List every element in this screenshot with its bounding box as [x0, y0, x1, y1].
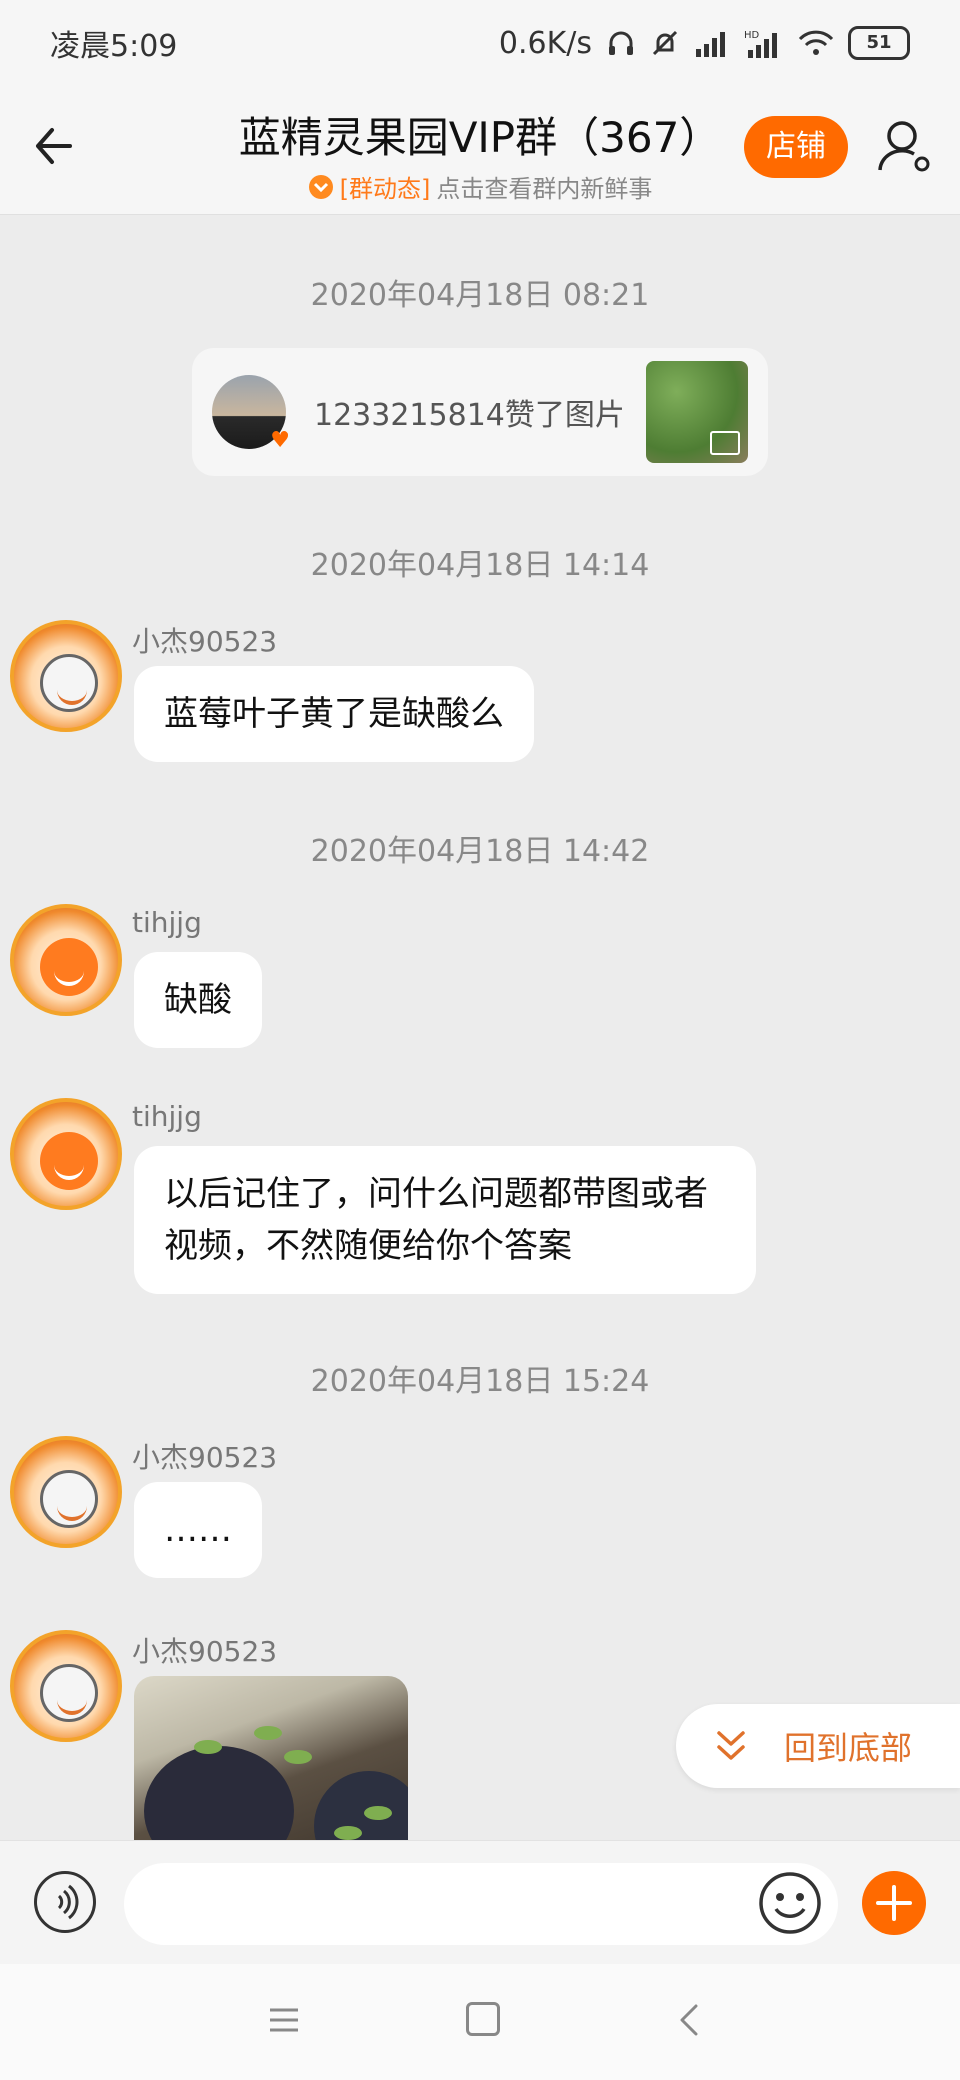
system-nav-bar: [0, 1964, 960, 2080]
avatar: ♥: [212, 375, 290, 453]
message-bubble[interactable]: 缺酸: [134, 952, 262, 1048]
avatar[interactable]: [10, 1630, 122, 1742]
leaf: [364, 1806, 392, 1820]
back-arrow-icon[interactable]: [30, 116, 90, 176]
avatar[interactable]: [10, 1436, 122, 1548]
sender-name: tihjjg: [132, 906, 202, 939]
voice-icon: [57, 1884, 79, 1920]
shop-button[interactable]: 店铺: [744, 116, 848, 178]
image-icon: [710, 431, 740, 455]
sender-name: 小杰90523: [132, 1635, 278, 1668]
nav-back-icon[interactable]: [674, 2002, 706, 2038]
sender-name: tihjjg: [132, 1100, 202, 1133]
mute-bell-icon: [652, 30, 678, 56]
chevron-badge-icon: [308, 174, 333, 199]
input-bar: [0, 1840, 960, 1965]
avatar[interactable]: [10, 620, 122, 732]
group-settings-icon[interactable]: [876, 118, 936, 178]
plus-icon: [876, 1885, 912, 1921]
message-input[interactable]: [124, 1863, 838, 1945]
leaf: [334, 1826, 362, 1840]
menu-icon[interactable]: [268, 2004, 300, 2036]
headset-icon: [609, 31, 633, 55]
timestamp: 2020年04月18日 08:21: [310, 278, 650, 313]
plant-pot: [144, 1746, 294, 1840]
header-title-area[interactable]: 蓝精灵果园VIP群（367） [群动态] 点击查看群内新鲜事: [200, 104, 760, 204]
timestamp: 2020年04月18日 14:42: [310, 834, 650, 869]
group-dynamics-tag: [群动态]: [339, 175, 431, 203]
group-dynamics-text: 点击查看群内新鲜事: [436, 175, 653, 203]
home-square-icon[interactable]: [466, 2002, 500, 2036]
svg-text:HD: HD: [744, 30, 760, 41]
message-bubble[interactable]: 蓝莓叶子黄了是缺酸么: [134, 666, 534, 762]
chat-header: 蓝精灵果园VIP群（367） [群动态] 点击查看群内新鲜事 店铺: [0, 86, 960, 215]
chat-messages[interactable]: 2020年04月18日 08:21 ♥ 1233215814赞了图片 2020年…: [0, 214, 960, 1840]
avatar[interactable]: [10, 1098, 122, 1210]
sender-name: 小杰90523: [132, 1441, 278, 1474]
sender-name: 小杰90523: [132, 625, 278, 658]
back-to-bottom-button[interactable]: 回到底部: [676, 1704, 960, 1788]
battery-icon: 51: [848, 26, 910, 60]
hd-signal-icon: HD: [744, 30, 777, 58]
message-bubble[interactable]: 以后记住了，问什么问题都带图或者视频，不然随便给你个答案: [134, 1146, 756, 1294]
image-message[interactable]: [134, 1676, 408, 1840]
liked-image-thumbnail[interactable]: [646, 361, 748, 463]
wifi-icon: [798, 30, 834, 55]
timestamp: 2020年04月18日 14:14: [310, 548, 650, 583]
network-speed: 0.6K/s: [498, 25, 592, 61]
status-time: 凌晨5:09: [50, 29, 178, 64]
group-dynamics-link[interactable]: [群动态] 点击查看群内新鲜事: [200, 169, 760, 204]
like-notification-card[interactable]: ♥ 1233215814赞了图片: [192, 348, 768, 476]
leaf: [284, 1750, 312, 1764]
emoji-icon[interactable]: [758, 1871, 822, 1935]
back-to-bottom-label: 回到底部: [784, 1729, 913, 1767]
leaf: [194, 1740, 222, 1754]
avatar[interactable]: [10, 904, 122, 1016]
status-icons: 0.6K/s HD 51: [499, 26, 910, 61]
leaf: [254, 1726, 282, 1740]
status-bar: 凌晨5:09 0.6K/s HD 51: [0, 0, 960, 86]
timestamp: 2020年04月18日 15:24: [310, 1364, 650, 1399]
message-bubble[interactable]: ……: [134, 1482, 262, 1578]
voice-input-button[interactable]: [34, 1871, 96, 1933]
heart-icon: ♥: [270, 428, 290, 453]
like-notification-text: 1233215814赞了图片: [314, 398, 625, 433]
signal-icon: [696, 32, 725, 57]
group-title: 蓝精灵果园VIP群（367）: [238, 113, 722, 162]
double-chevron-down-icon: [717, 1731, 745, 1760]
plus-button[interactable]: [862, 1871, 926, 1935]
